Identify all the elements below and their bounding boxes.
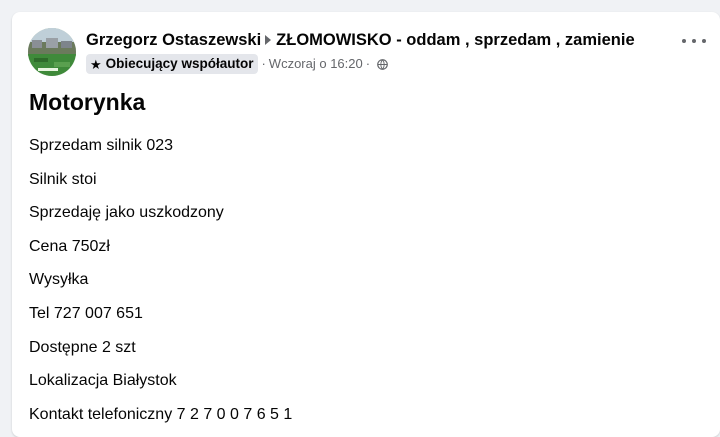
body-line: Silnik stoi [29,170,97,188]
badge-label: Obiecujący współautor [105,56,254,71]
dot-icon [702,39,706,43]
globe-icon[interactable] [377,58,388,70]
author-name-link[interactable]: Grzegorz Ostaszewski [86,29,261,51]
separator: · [261,56,266,71]
separator: · [365,56,371,71]
body-line: Sprzedaję jako uszkodzony [29,204,224,222]
group-avatar[interactable] [28,28,76,76]
dot-icon [692,39,696,43]
post-title-line: Grzegorz Ostaszewski ZŁOMOWISKO - oddam … [86,29,680,51]
arrow-right-icon [265,35,272,45]
post-title: Motorynka [29,89,146,115]
body-line: Tel 727 007 651 [29,304,143,322]
body-line: Kontakt telefoniczny 7 2 7 0 0 7 6 5 1 [29,405,293,423]
avatar-image [28,28,76,76]
post-body: Sprzedam silnik 023 Silnik stoi Sprzedaj… [29,129,704,431]
post-card: Grzegorz Ostaszewski ZŁOMOWISKO - oddam … [12,12,720,437]
post-header: Grzegorz Ostaszewski ZŁOMOWISKO - oddam … [28,28,720,78]
star-icon: ★ [90,56,102,72]
body-line: Dostępne 2 szt [29,338,136,356]
more-options-button[interactable] [682,32,706,50]
post-meta: Grzegorz Ostaszewski ZŁOMOWISKO - oddam … [86,29,680,74]
dot-icon [682,39,686,43]
body-line: Sprzedam silnik 023 [29,137,174,154]
body-line: Wysyłka [29,271,89,289]
group-name-link[interactable]: ZŁOMOWISKO - oddam , sprzedam , zamienie [276,29,634,51]
post-subline: ★ Obiecujący współautor · Wczoraj o 16:2… [86,54,680,74]
body-line: Cena 750zł [29,237,110,255]
body-line: Lokalizacja Białystok [29,372,177,390]
post-timestamp-link[interactable]: Wczoraj o 16:20 [269,55,363,73]
contributor-badge[interactable]: ★ Obiecujący współautor [86,54,259,74]
